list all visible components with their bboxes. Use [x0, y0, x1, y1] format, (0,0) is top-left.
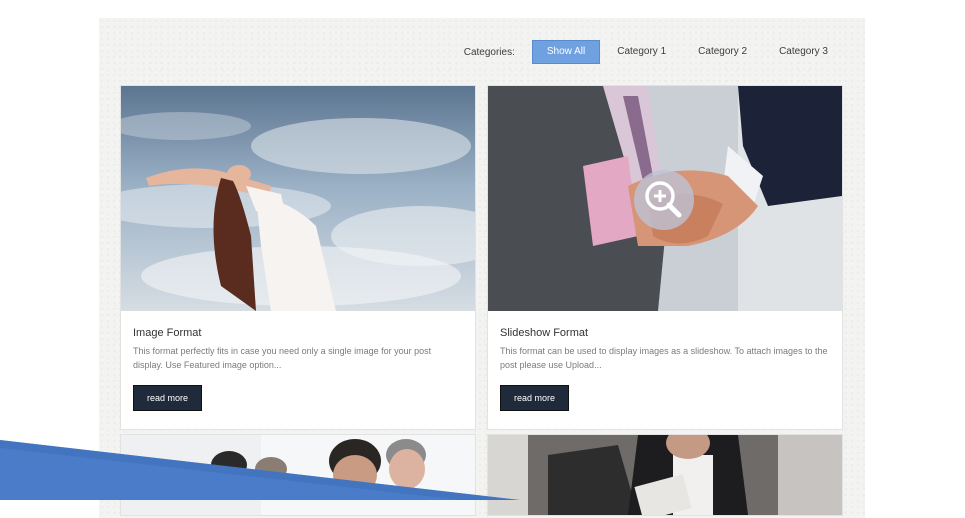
portfolio-section: Categories: Show All Category 1 Category…	[99, 18, 865, 518]
read-more-button[interactable]: read more	[133, 385, 203, 411]
filter-category-1-button[interactable]: Category 1	[602, 40, 681, 64]
woman-sky-image	[121, 86, 475, 311]
meeting-image[interactable]	[488, 435, 842, 515]
filter-show-all-button[interactable]: Show All	[531, 40, 601, 64]
zoom-overlay-button[interactable]	[634, 170, 694, 230]
card-title[interactable]: Image Format	[133, 327, 463, 339]
portfolio-card-team	[120, 434, 476, 516]
team-image[interactable]	[121, 435, 475, 515]
card-thumbnail-handshake[interactable]	[488, 86, 842, 311]
filter-category-3-button[interactable]: Category 3	[764, 40, 843, 64]
card-thumbnail-woman-sky[interactable]	[121, 86, 475, 311]
filter-label: Categories:	[463, 46, 515, 58]
portfolio-card-meeting	[487, 434, 843, 516]
card-title[interactable]: Slideshow Format	[500, 327, 830, 339]
read-more-button[interactable]: read more	[500, 385, 570, 411]
card-excerpt: This format can be used to display image…	[500, 346, 828, 370]
portfolio-card-image-format: Image Format This format perfectly fits …	[120, 85, 476, 430]
card-excerpt: This format perfectly fits in case you n…	[133, 346, 432, 370]
zoom-in-icon	[645, 181, 682, 218]
filter-category-2-button[interactable]: Category 2	[683, 40, 762, 64]
portfolio-card-slideshow-format: Slideshow Format This format can be used…	[487, 85, 843, 430]
category-filter-bar: Categories: Show All Category 1 Category…	[464, 40, 843, 64]
